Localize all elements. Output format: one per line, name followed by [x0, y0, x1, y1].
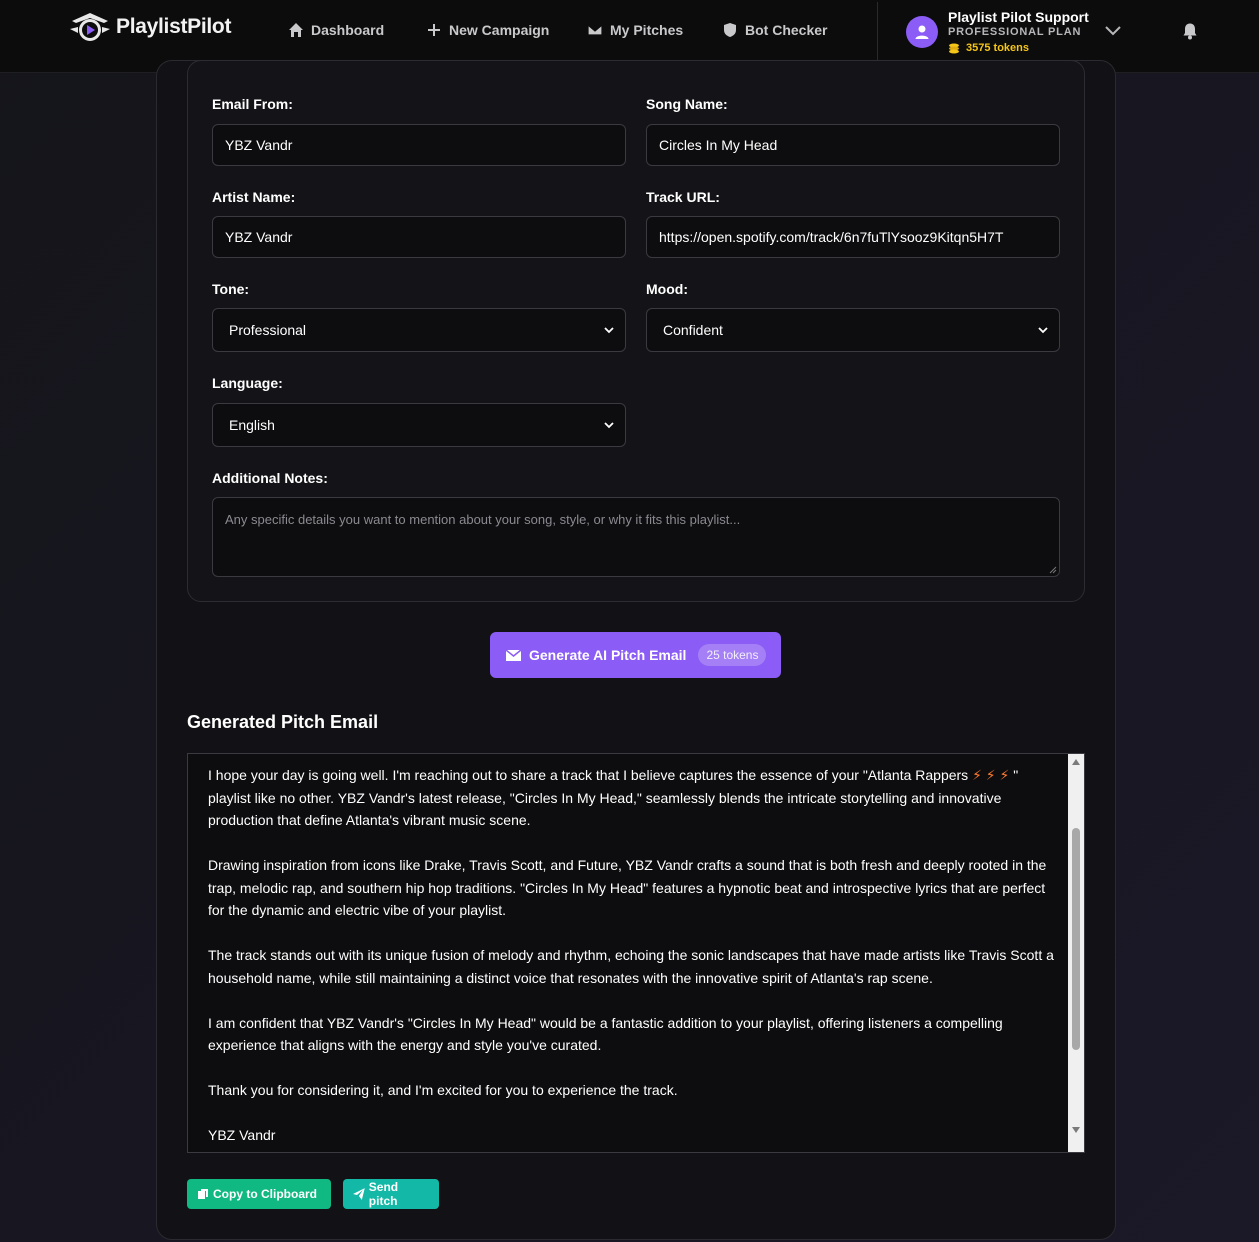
chevron-down-icon [604, 422, 614, 429]
shield-icon [724, 23, 736, 37]
language-select-value: English [229, 417, 275, 433]
nav-my-pitches[interactable]: My Pitches [587, 22, 683, 38]
nav-new-campaign-label: New Campaign [449, 22, 550, 38]
token-cost-badge: 25 tokens [698, 644, 767, 666]
mood-select[interactable]: Confident [646, 308, 1060, 352]
coins-icon [949, 43, 959, 53]
copy-to-clipboard-button[interactable]: Copy to Clipboard [187, 1179, 331, 1209]
artist-name-input[interactable]: YBZ Vandr [212, 216, 626, 258]
scroll-thumb[interactable] [1072, 828, 1080, 1050]
nav-dashboard-label: Dashboard [311, 22, 385, 38]
email-body: playlist like no other. YBZ Vandr's late… [208, 789, 1054, 1144]
song-name-input[interactable]: Circles In My Head [646, 124, 1060, 166]
user-plan: PROFESSIONAL PLAN [948, 26, 1082, 38]
email-line1-start: I hope your day is going well. I'm reach… [208, 767, 973, 783]
track-url-input[interactable]: https://open.spotify.com/track/6n7fuTlYs… [646, 216, 1060, 258]
home-icon [289, 23, 303, 37]
nav-bot-checker[interactable]: Bot Checker [722, 22, 827, 38]
tone-select-value: Professional [229, 322, 307, 338]
nav-new-campaign[interactable]: New Campaign [426, 22, 549, 38]
tone-label: Tone: [212, 281, 250, 297]
notes-textarea[interactable]: Any specific details you want to mention… [212, 497, 1060, 577]
email-scrollbar[interactable] [1068, 754, 1084, 1152]
chevron-down-icon [1038, 327, 1048, 334]
scroll-down-arrow-icon[interactable] [1072, 1126, 1080, 1134]
email-from-input[interactable]: YBZ Vandr [212, 124, 626, 166]
chevron-down-icon[interactable] [1104, 24, 1122, 38]
generate-pitch-button[interactable]: Generate AI Pitch Email 25 tokens [490, 632, 781, 678]
send-pitch-button[interactable]: Send pitch [343, 1179, 439, 1209]
nav-dashboard[interactable]: Dashboard [288, 22, 384, 38]
song-name-label: Song Name: [646, 96, 728, 112]
nav-divider [877, 2, 878, 62]
generate-pitch-label: Generate AI Pitch Email [529, 647, 687, 663]
language-label: Language: [212, 375, 283, 391]
notes-placeholder: Any specific details you want to mention… [225, 512, 741, 527]
language-select[interactable]: English [212, 403, 626, 447]
copy-icon [198, 1189, 208, 1199]
tone-select[interactable]: Professional [212, 308, 626, 352]
paper-plane-icon [353, 1188, 365, 1200]
resize-grip-icon[interactable] [1049, 566, 1057, 574]
user-icon [915, 25, 929, 39]
envelope-icon [506, 648, 521, 661]
user-tokens: 3575 tokens [948, 42, 1029, 54]
notes-label: Additional Notes: [212, 470, 328, 486]
plus-icon [428, 24, 440, 36]
email-line1-end: " [1009, 767, 1019, 783]
generated-email-textarea[interactable]: I hope your day is going well. I'm reach… [187, 753, 1085, 1153]
bell-icon[interactable] [1181, 22, 1199, 40]
avatar[interactable] [906, 16, 938, 48]
nav-bot-checker-label: Bot Checker [745, 22, 828, 38]
user-name: Playlist Pilot Support [948, 9, 1089, 25]
email-from-label: Email From: [212, 96, 293, 112]
nav-my-pitches-label: My Pitches [610, 22, 684, 38]
logo-icon [70, 13, 110, 41]
scroll-up-arrow-icon[interactable] [1072, 758, 1080, 766]
copy-label: Copy to Clipboard [213, 1187, 317, 1201]
mood-label: Mood: [646, 281, 688, 297]
envelope-icon [587, 24, 603, 36]
brand-logo[interactable]: PlaylistPilot [68, 9, 231, 45]
mood-select-value: Confident [663, 322, 723, 338]
artist-name-label: Artist Name: [212, 189, 296, 205]
track-url-label: Track URL: [646, 189, 720, 205]
chevron-down-icon [604, 327, 614, 334]
brand-name: PlaylistPilot [116, 15, 232, 38]
send-label: Send pitch [368, 1180, 399, 1208]
lightning-emoji: ⚡ ⚡ ⚡ [972, 767, 1010, 783]
generated-email-text: I hope your day is going well. I'm reach… [208, 764, 1058, 1147]
user-tokens-label: 3575 tokens [966, 42, 1029, 54]
generated-pitch-title: Generated Pitch Email [187, 712, 379, 732]
